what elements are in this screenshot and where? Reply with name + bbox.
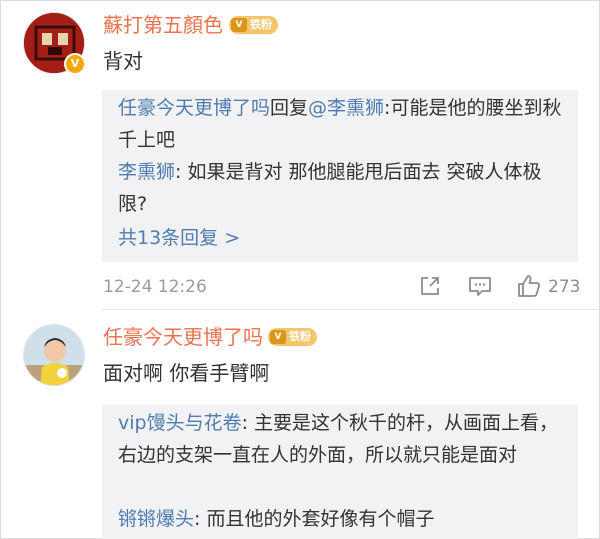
- reply-verb: 回复: [270, 97, 309, 119]
- reply-text: : 而且他的外套好像有个帽子: [194, 508, 435, 530]
- reply-author[interactable]: 任豪今天更博了吗: [118, 97, 270, 119]
- reply-author[interactable]: 锵锵爆头: [118, 508, 194, 530]
- comment-text: 面对啊 你看手臂啊: [103, 361, 270, 385]
- fan-badge[interactable]: V 铁粉: [229, 16, 278, 34]
- comment-item: 任豪今天更博了吗 V 铁粉 面对啊 你看手臂啊 vip馒头与花卷: 主要是这个秋…: [0, 310, 600, 539]
- reply-box: vip馒头与花卷: 主要是这个秋千的杆，从画面上看，右边的支架一直在人的外面，所…: [102, 405, 578, 539]
- reply-item[interactable]: vip馒头与花卷: 主要是这个秋千的杆，从画面上看，右边的支架一直在人的外面，所…: [118, 407, 570, 471]
- reply-author[interactable]: 李熏狮: [118, 161, 175, 183]
- reply-mention[interactable]: @李熏狮: [308, 97, 384, 119]
- avatar[interactable]: [23, 324, 85, 386]
- comment-text: 背对: [103, 49, 143, 73]
- fan-badge-icon: V: [270, 330, 286, 344]
- comment-username[interactable]: 任豪今天更博了吗: [103, 325, 263, 349]
- reply-item[interactable]: 任豪今天更博了吗回复@李熏狮:可能是他的腰坐到秋千上吧: [118, 92, 570, 156]
- thumbs-up-icon[interactable]: [516, 273, 542, 303]
- avatar-image: [24, 325, 84, 385]
- fan-badge-label: 铁粉: [250, 18, 272, 31]
- reply-author[interactable]: vip馒头与花卷: [118, 412, 242, 434]
- fan-badge-icon: V: [231, 18, 247, 32]
- reply-item[interactable]: 锵锵爆头: 而且他的外套好像有个帽子: [118, 503, 570, 535]
- more-replies-link[interactable]: 共13条回复 >: [118, 225, 240, 251]
- like-count: 273: [548, 277, 581, 297]
- comment-item: V 蘇打第五顏色 V 铁粉 背对 任豪今天更博了吗回复@李熏狮:可能是他的腰坐到…: [0, 0, 600, 310]
- comment-icon[interactable]: [468, 275, 492, 301]
- share-icon[interactable]: [419, 275, 441, 301]
- fan-badge[interactable]: V 铁粉: [268, 328, 317, 346]
- reply-item[interactable]: 李熏狮: 如果是背对 那他腿能甩后面去 突破人体极限?: [118, 156, 570, 220]
- comment-timestamp: 12-24 12:26: [103, 277, 207, 297]
- fan-badge-label: 铁粉: [289, 330, 311, 343]
- reply-box: 任豪今天更博了吗回复@李熏狮:可能是他的腰坐到秋千上吧 李熏狮: 如果是背对 那…: [102, 90, 578, 262]
- verified-badge-icon: V: [64, 53, 86, 75]
- reply-text: : 如果是背对 那他腿能甩后面去 突破人体极限?: [118, 161, 542, 215]
- comment-username[interactable]: 蘇打第五顏色: [103, 13, 223, 37]
